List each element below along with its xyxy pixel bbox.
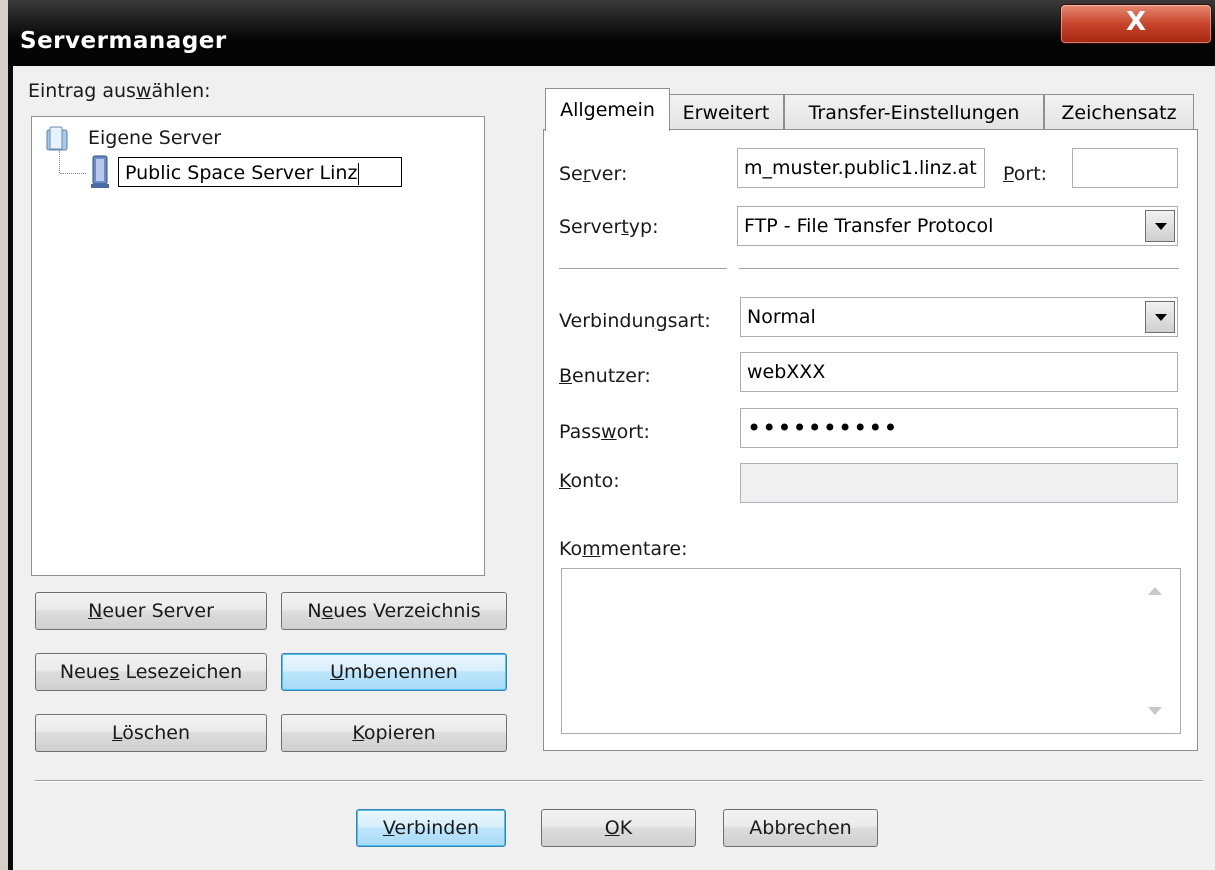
server-icon xyxy=(91,155,109,188)
comments-textarea[interactable] xyxy=(561,568,1181,734)
connect-button[interactable]: Verbinden xyxy=(356,809,506,847)
port-label: Port: xyxy=(1003,163,1048,185)
tab-general[interactable]: Allgemein xyxy=(545,88,670,131)
tree-item-rename-field[interactable]: Public Space Server Linz xyxy=(118,157,402,187)
comments-label: Kommentare: xyxy=(559,538,688,560)
chevron-down-icon[interactable] xyxy=(1145,210,1175,242)
dialog-body: Eintrag auswählen: Eigene Server Public … xyxy=(13,66,1215,870)
server-host-input[interactable]: m_muster.public1.linz.at xyxy=(737,148,985,188)
scroll-up-icon[interactable] xyxy=(1148,587,1162,595)
new-server-button[interactable]: Neuer Server xyxy=(35,592,267,630)
text-caret xyxy=(358,162,360,185)
new-bookmark-button[interactable]: Neues Lesezeichen xyxy=(35,653,267,691)
password-input[interactable]: •••••••••• xyxy=(740,408,1178,448)
cancel-button[interactable]: Abbrechen xyxy=(723,809,878,847)
window-title: Servermanager xyxy=(20,28,227,54)
copy-button[interactable]: Kopieren xyxy=(281,714,507,752)
user-input[interactable]: webXXX xyxy=(740,352,1178,392)
connection-type-value: Normal xyxy=(747,306,816,328)
title-bar[interactable]: Servermanager X xyxy=(8,0,1215,66)
connection-type-select[interactable]: Normal xyxy=(740,297,1178,337)
close-icon: X xyxy=(1125,7,1147,37)
server-tree[interactable]: Eigene Server Public Space Server Linz xyxy=(31,116,485,576)
rename-button[interactable]: Umbenennen xyxy=(281,653,507,691)
password-label: Passwort: xyxy=(559,421,650,443)
chevron-down-icon[interactable] xyxy=(1145,301,1175,333)
connection-type-label: Verbindungsart: xyxy=(559,310,711,332)
tree-connector xyxy=(60,173,86,174)
account-label: Konto: xyxy=(559,470,620,492)
tab-charset[interactable]: Zeichensatz xyxy=(1044,94,1194,130)
ok-button[interactable]: OK xyxy=(541,809,696,847)
divider xyxy=(739,268,1179,270)
tab-advanced[interactable]: Erweitert xyxy=(668,94,784,130)
server-label: Server: xyxy=(559,163,628,185)
select-entry-label: Eintrag auswählen: xyxy=(28,80,211,102)
port-input[interactable] xyxy=(1072,148,1178,188)
server-type-label: Servertyp: xyxy=(559,216,659,238)
close-button[interactable]: X xyxy=(1060,4,1212,44)
divider xyxy=(559,268,727,270)
scroll-down-icon[interactable] xyxy=(1148,707,1162,715)
servermanager-window: Servermanager X Eintrag auswählen: Eigen… xyxy=(8,0,1215,870)
account-input xyxy=(740,463,1178,503)
new-folder-button[interactable]: Neues Verzeichnis xyxy=(281,592,507,630)
server-type-value: FTP - File Transfer Protocol xyxy=(744,215,994,237)
user-label: Benutzer: xyxy=(559,365,651,387)
tab-transfer-settings[interactable]: Transfer-Einstellungen xyxy=(784,94,1044,130)
folder-icon xyxy=(46,126,68,151)
tree-root-own-servers[interactable]: Eigene Server xyxy=(88,127,221,149)
footer-divider xyxy=(35,780,1203,782)
tree-connector xyxy=(59,151,60,173)
server-type-select[interactable]: FTP - File Transfer Protocol xyxy=(737,206,1178,246)
delete-button[interactable]: Löschen xyxy=(35,714,267,752)
